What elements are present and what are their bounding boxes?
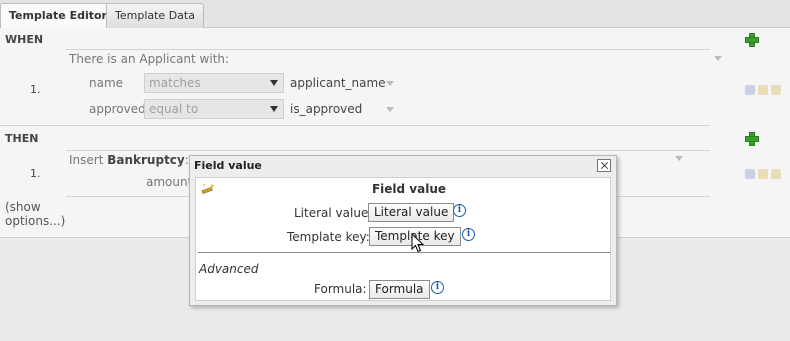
pattern-text[interactable]: There is an Applicant with: bbox=[69, 52, 229, 66]
field-amount: amount bbox=[146, 175, 193, 189]
formula-button[interactable]: Formula bbox=[369, 280, 430, 299]
literal-value-button[interactable]: Literal value bbox=[368, 203, 455, 222]
field-value-dialog: Field value Field value Literal value: L… bbox=[189, 155, 617, 306]
divider bbox=[198, 252, 610, 253]
template-key-label: Template key: bbox=[287, 230, 370, 244]
tab-template-editor[interactable]: Template Editor bbox=[0, 3, 116, 29]
insert-prefix: Insert bbox=[69, 153, 104, 167]
chevron-down-icon[interactable] bbox=[714, 56, 722, 61]
constraint-value-name[interactable]: applicant_name bbox=[290, 76, 386, 90]
info-icon[interactable]: i bbox=[462, 228, 475, 241]
when-row-number: 1. bbox=[30, 83, 41, 96]
constraint-field-name: name bbox=[89, 76, 124, 90]
chevron-down-icon bbox=[270, 106, 278, 112]
chevron-down-icon bbox=[270, 80, 278, 86]
dialog-body: Field value Literal value: Literal value… bbox=[195, 177, 611, 301]
row-action-icons[interactable] bbox=[745, 168, 785, 179]
chevron-down-icon[interactable] bbox=[386, 81, 394, 86]
row-action-icons[interactable] bbox=[745, 84, 785, 95]
divider bbox=[66, 49, 710, 50]
operator-value: matches bbox=[149, 76, 201, 90]
dialog-title[interactable]: Field value bbox=[190, 156, 616, 176]
divider bbox=[66, 150, 710, 151]
operator-value: equal to bbox=[149, 102, 199, 116]
info-icon[interactable]: i bbox=[453, 204, 466, 217]
dialog-heading: Field value bbox=[371, 182, 447, 196]
divider bbox=[0, 125, 710, 126]
add-action-icon[interactable] bbox=[745, 132, 759, 146]
add-condition-icon[interactable] bbox=[745, 33, 759, 47]
insert-action[interactable]: Insert Bankruptcy: bbox=[69, 153, 189, 167]
constraint-value-approved[interactable]: is_approved bbox=[290, 102, 362, 116]
operator-select-approved[interactable]: equal to bbox=[144, 99, 284, 119]
tab-bar: Template Editor Template Data bbox=[0, 0, 790, 29]
operator-select-name[interactable]: matches bbox=[144, 73, 284, 93]
advanced-label: Advanced bbox=[199, 262, 259, 276]
close-icon[interactable] bbox=[597, 159, 611, 172]
chevron-down-icon[interactable] bbox=[386, 107, 394, 112]
mouse-cursor-icon bbox=[411, 233, 425, 253]
info-icon[interactable]: i bbox=[431, 281, 444, 294]
tab-template-data[interactable]: Template Data bbox=[106, 3, 204, 28]
constraint-field-approved: approved bbox=[89, 102, 146, 116]
chevron-down-icon[interactable] bbox=[675, 156, 683, 161]
fact-type: Bankruptcy bbox=[107, 153, 185, 167]
show-options-link[interactable]: (show options...) bbox=[5, 200, 65, 228]
formula-label: Formula: bbox=[314, 282, 367, 296]
when-label: WHEN bbox=[5, 33, 44, 46]
then-row-number: 1. bbox=[30, 167, 41, 180]
then-label: THEN bbox=[5, 132, 39, 145]
